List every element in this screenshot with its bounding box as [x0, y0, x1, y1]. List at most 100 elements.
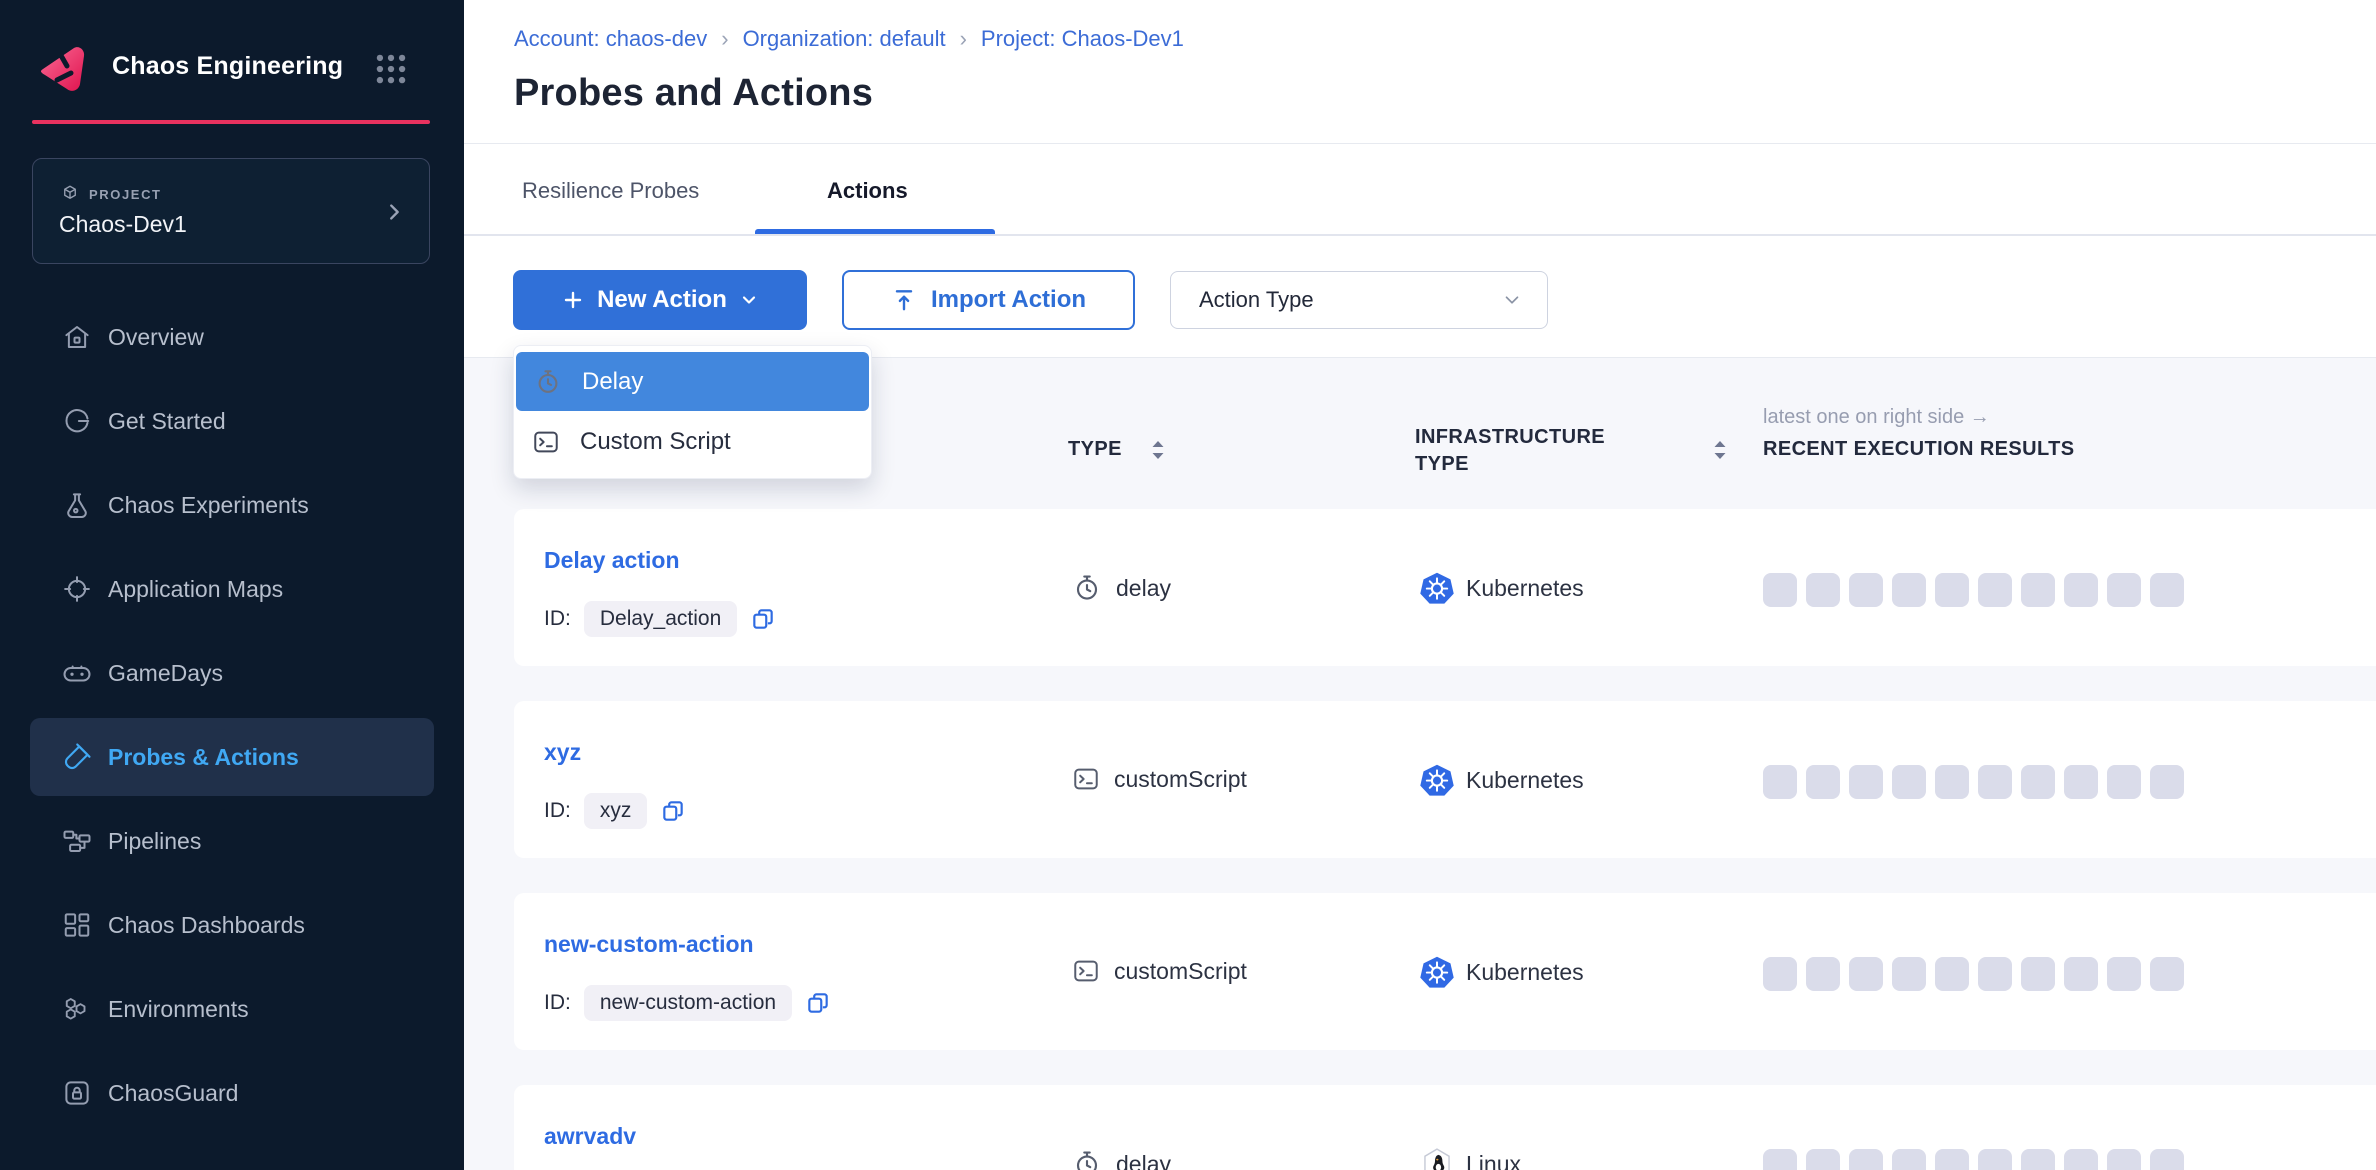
results-hint: latest one on right side →: [1763, 406, 1990, 429]
execution-result-placeholder: [1935, 573, 1969, 607]
terminal-icon: [532, 428, 560, 456]
new-action-button[interactable]: New Action: [513, 270, 807, 330]
breadcrumb-organization-link[interactable]: Organization: default: [743, 26, 946, 52]
sort-icon[interactable]: [1150, 439, 1166, 461]
execution-result-placeholder: [1892, 957, 1926, 991]
execution-results: [1763, 1149, 2184, 1170]
copy-icon[interactable]: [660, 798, 686, 824]
stopwatch-icon: [1072, 1149, 1102, 1170]
execution-result-placeholder: [1935, 1149, 1969, 1170]
sidebar-item-label: Chaos Dashboards: [108, 912, 305, 939]
id-label: ID:: [544, 991, 571, 1015]
page-title: Probes and Actions: [514, 72, 873, 115]
sidebar-item-chaosguard[interactable]: ChaosGuard: [0, 1051, 464, 1135]
action-name-link[interactable]: new-custom-action: [544, 931, 754, 958]
terminal-icon: [1072, 765, 1100, 793]
type-label: delay: [1116, 1151, 1171, 1170]
execution-result-placeholder: [1806, 765, 1840, 799]
execution-result-placeholder: [2150, 765, 2184, 799]
infrastructure-label: Kubernetes: [1466, 767, 1584, 794]
cube-icon: [61, 184, 79, 202]
infrastructure-label: Kubernetes: [1466, 959, 1584, 986]
sidebar-item-get-started[interactable]: Get Started: [0, 379, 464, 463]
sidebar-item-chaos-experiments[interactable]: Chaos Experiments: [0, 463, 464, 547]
sidebar-item-environments[interactable]: Environments: [0, 967, 464, 1051]
column-header-infrastructure-type: INFRASTRUCTURE TYPE: [1415, 424, 1650, 478]
column-header-type: TYPE: [1068, 438, 1122, 461]
kubernetes-icon: [1420, 571, 1454, 605]
sidebar-item-label: Overview: [108, 324, 204, 351]
dashboard-grid-icon: [62, 910, 92, 940]
sidebar-item-probes-actions[interactable]: Probes & Actions: [30, 718, 434, 796]
action-row[interactable]: xyz ID: xyz customScript: [514, 701, 2376, 858]
linux-icon: [1420, 1147, 1454, 1170]
action-name-link[interactable]: awrvadv: [544, 1123, 636, 1150]
execution-result-placeholder: [1978, 765, 2012, 799]
infrastructure-cell: Kubernetes: [1420, 763, 1584, 797]
execution-result-placeholder: [1892, 1149, 1926, 1170]
action-row[interactable]: Delay action ID: Delay_action delay: [514, 509, 2376, 666]
execution-result-placeholder: [2150, 957, 2184, 991]
execution-result-placeholder: [2064, 957, 2098, 991]
flask-icon: [62, 490, 92, 520]
infrastructure-cell: Kubernetes: [1420, 955, 1584, 989]
execution-result-placeholder: [1763, 1149, 1797, 1170]
sort-icon[interactable]: [1712, 439, 1728, 461]
copy-icon[interactable]: [805, 990, 831, 1016]
type-cell: delay: [1072, 573, 1171, 603]
infrastructure-label: Linux: [1466, 1151, 1521, 1170]
type-cell: customScript: [1072, 957, 1247, 985]
action-name-link[interactable]: Delay action: [544, 547, 680, 574]
menu-item-delay[interactable]: Delay: [516, 352, 869, 411]
execution-result-placeholder: [1849, 765, 1883, 799]
tab-resilience-probes[interactable]: Resilience Probes: [522, 178, 699, 204]
project-selector[interactable]: PROJECT Chaos-Dev1: [32, 158, 430, 264]
crosshair-icon: [62, 574, 92, 604]
breadcrumb-account-link[interactable]: Account: chaos-dev: [514, 26, 707, 52]
sidebar-item-gamedays[interactable]: GameDays: [0, 631, 464, 715]
execution-result-placeholder: [1935, 957, 1969, 991]
main-content: Account: chaos-dev › Organization: defau…: [464, 0, 2376, 1170]
menu-item-custom-script[interactable]: Custom Script: [514, 411, 871, 473]
test-tube-icon: [62, 742, 92, 772]
tab-actions[interactable]: Actions: [827, 178, 908, 204]
execution-result-placeholder: [1806, 1149, 1840, 1170]
execution-result-placeholder: [2150, 573, 2184, 607]
sidebar-item-chaos-dashboards[interactable]: Chaos Dashboards: [0, 883, 464, 967]
execution-result-placeholder: [1763, 573, 1797, 607]
sidebar-item-overview[interactable]: Overview: [0, 295, 464, 379]
execution-result-placeholder: [2064, 1149, 2098, 1170]
execution-results: [1763, 765, 2184, 799]
chevron-right-icon: [383, 201, 405, 223]
execution-result-placeholder: [1978, 1149, 2012, 1170]
execution-result-placeholder: [2064, 573, 2098, 607]
action-id-row: ID: xyz: [544, 793, 686, 829]
execution-result-placeholder: [1892, 573, 1926, 607]
sidebar-item-label: Get Started: [108, 408, 226, 435]
execution-result-placeholder: [2021, 957, 2055, 991]
sidebar-item-pipelines[interactable]: Pipelines: [0, 799, 464, 883]
get-started-icon: [62, 406, 92, 436]
module-grid-icon[interactable]: [372, 50, 410, 88]
chevron-down-icon: [739, 290, 759, 310]
sidebar-item-label: Chaos Experiments: [108, 492, 309, 519]
project-label: PROJECT: [89, 187, 162, 202]
breadcrumb: Account: chaos-dev › Organization: defau…: [514, 26, 1184, 52]
action-row[interactable]: awrvadv delay Linux: [514, 1085, 2376, 1170]
execution-result-placeholder: [2064, 765, 2098, 799]
action-id-row: ID: Delay_action: [544, 601, 776, 637]
id-label: ID:: [544, 607, 571, 631]
action-row[interactable]: new-custom-action ID: new-custom-action …: [514, 893, 2376, 1050]
action-name-link[interactable]: xyz: [544, 739, 581, 766]
action-type-select[interactable]: Action Type: [1170, 271, 1548, 329]
breadcrumb-project-link[interactable]: Project: Chaos-Dev1: [981, 26, 1184, 52]
id-pill: xyz: [584, 793, 648, 829]
execution-results: [1763, 573, 2184, 607]
execution-result-placeholder: [2107, 765, 2141, 799]
sidebar-item-application-maps[interactable]: Application Maps: [0, 547, 464, 631]
copy-icon[interactable]: [750, 606, 776, 632]
sidebar: Chaos Engineering PROJECT Chaos-Dev1: [0, 0, 464, 1170]
import-action-button[interactable]: Import Action: [842, 270, 1135, 330]
chaos-engineering-app: Chaos Engineering PROJECT Chaos-Dev1: [0, 0, 2376, 1170]
execution-result-placeholder: [1849, 573, 1883, 607]
